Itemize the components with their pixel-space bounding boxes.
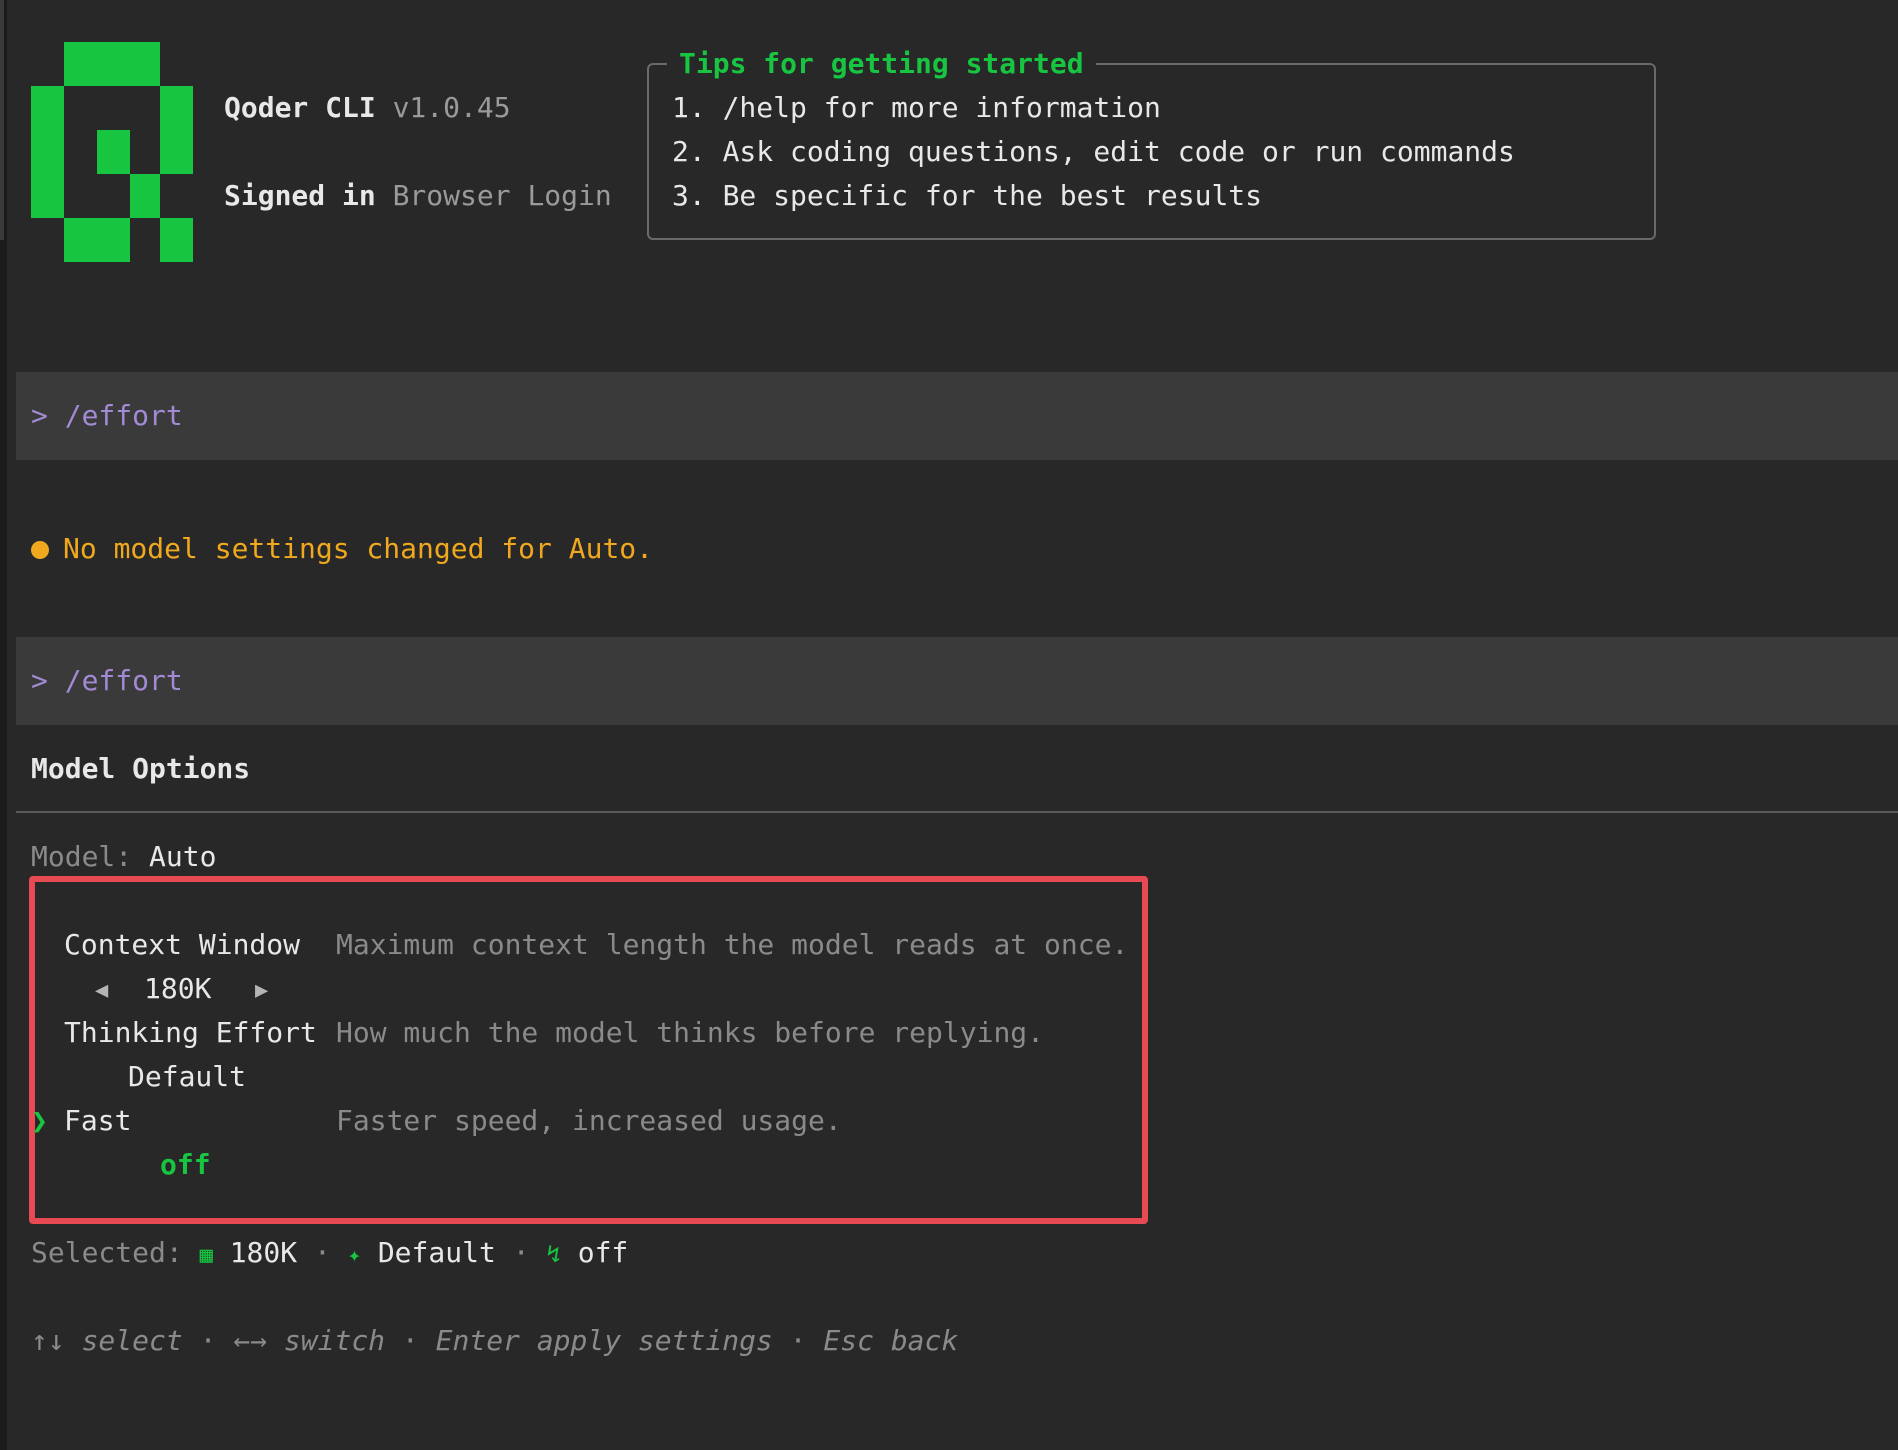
separator: · [512,1236,530,1269]
option-name-fast[interactable]: Fast [64,1107,131,1135]
option-description: How much the model thinks before replyin… [336,1016,1045,1049]
thinking-effort-value: Default [128,1060,247,1093]
arrow-left-icon[interactable]: ◀ [95,980,108,1002]
signed-in-label: Signed in [224,179,376,212]
window-left-edge [0,0,7,1450]
separator: · [313,1236,331,1269]
key-enter: Enter [435,1324,520,1357]
sparkle-icon: ✦ [347,1243,361,1268]
key-action: switch [283,1324,386,1357]
key-action: select [81,1324,183,1357]
command-prompt: > /effort [31,664,183,697]
fast-value: off [160,1148,211,1181]
warning-dot-icon [31,541,49,559]
selection-cursor-icon: ❯ [31,1104,48,1137]
option-description: Faster speed, increased usage. [336,1104,842,1137]
signin-line: Signed in Browser Login [224,182,612,210]
command-prompt: > /effort [31,399,183,432]
tip-item: 2. Ask coding questions, edit code or ru… [672,135,1515,168]
context-window-value: 180K [144,972,212,1005]
selected-context-value: 180K [229,1236,298,1269]
scroll-marker [0,0,4,240]
keybinding-hints: ↑↓ select · ←→ switch · Enter apply sett… [31,1324,959,1357]
tips-title: Tips for getting started [667,50,1096,78]
tip-item: 3. Be specific for the best results [672,179,1263,212]
key-esc: Esc [823,1324,874,1357]
qoder-logo-icon [31,42,193,262]
divider [16,811,1898,813]
selected-fast-value: off [577,1236,629,1269]
selected-label: Selected: [31,1236,183,1269]
app-version: v1.0.45 [392,91,511,124]
option-name-thinking-effort[interactable]: Thinking Effort [64,1019,317,1047]
app-title-line: Qoder CLI v1.0.45 [224,94,511,122]
status-message: No model settings changed for Auto. [63,532,654,565]
model-value: Auto [149,840,217,873]
selected-summary: Selected: ▦ 180K · ✦ Default · ↯ off [31,1239,628,1267]
option-name-context-window[interactable]: Context Window [64,931,300,959]
command-history-entry [16,372,1898,460]
tip-item: 1. /help for more information [672,91,1161,124]
option-description: Maximum context length the model reads a… [336,928,1129,961]
panel-title: Model Options [31,752,251,785]
selected-effort-value: Default [377,1236,496,1269]
key-action: back [890,1324,959,1357]
key-action: apply settings [536,1324,773,1357]
app-name: Qoder CLI [224,91,376,124]
arrow-right-icon[interactable]: ▶ [255,980,268,1002]
key-switch: ←→ [233,1324,268,1357]
grid-icon: ▦ [199,1243,213,1268]
key-select: ↑↓ [31,1324,65,1357]
model-line: Model: Auto [31,843,216,871]
bolt-icon: ↯ [546,1240,561,1268]
signed-in-value: Browser Login [392,179,612,212]
model-label: Model: [31,840,133,873]
command-history-entry [16,637,1898,725]
